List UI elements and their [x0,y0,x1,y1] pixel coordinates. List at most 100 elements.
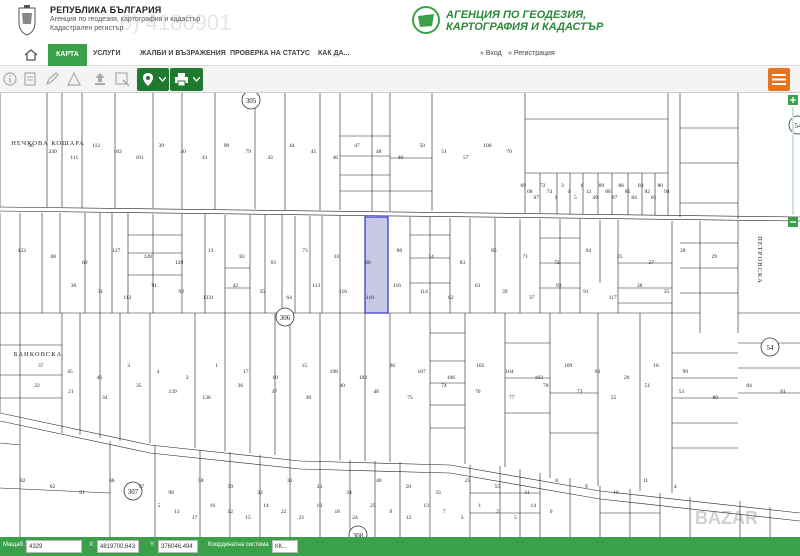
parcel-number: 102 [114,149,123,155]
parcel-number: 37 [272,389,278,395]
zoom-control[interactable] [786,93,800,233]
parcel-number: 22 [281,509,287,515]
zoom-slider-track[interactable] [792,107,794,215]
parcel-number: 12 [406,515,412,521]
parcel-number: 45 [311,149,317,155]
parcel-number: 21 [68,389,74,395]
parcel-number: 69 [82,260,88,266]
circle-marker-label: 307 [128,488,139,496]
parcel-number: 17 [243,369,249,375]
parcel-number: 32 [257,490,263,496]
parcel-number: 61 [475,283,481,289]
parcel-number: 49 [592,195,598,201]
parcel-number: 18 [334,509,340,515]
parcel-number: 39 [159,143,165,149]
parcel-number: 38 [637,283,643,289]
parcel-number: 107 [417,369,426,375]
parcel-number: 33 [317,484,323,490]
parcel-number: 82 [20,478,26,484]
parcel-number: 83 [638,183,644,189]
parcel-number: 98 [168,490,174,496]
parcel-number: 109 [564,363,573,369]
select-icon[interactable] [114,71,130,87]
parcel-number: 111 [70,155,78,161]
register-link[interactable]: » Регистрация [508,50,555,57]
menu-button[interactable] [768,68,790,91]
parcel-number: 12 [586,189,592,195]
parcel-number: 4 [674,484,677,490]
parcel-number: 86 [618,183,624,189]
parcel-number: 36 [28,143,34,149]
map-canvas[interactable]: 3053063073085454 НЕЧКОВА КОШАРАБАНКОВСКА… [0,93,800,537]
parcel-number: 38 [306,395,312,401]
parcel-number: 67 [534,195,540,201]
circle-marker-label: 54 [767,344,775,352]
parcel-number: 40 [180,149,186,155]
parcel-number: 47 [354,143,360,149]
parcel-number: 129 [175,260,184,266]
nav-tab-services[interactable]: УСЛУГИ [93,50,121,57]
parcel-number: 34 [346,490,352,496]
parcel-number: 1 [215,363,218,369]
measure-icon[interactable] [66,71,82,87]
parcel-number: 48 [373,389,379,395]
parcel-number: 73 [302,248,308,254]
parcel-number: 133 [18,248,27,254]
cadastral-map[interactable]: 305 306 307 308 54 54 НЕЧКОВА КОШАРА БАНКОВСКА… [0,93,800,537]
y-coordinate-field: 376046,494 [158,540,198,553]
parcel-number: 101 [135,155,144,161]
phone-watermark: 0) 4186901 [120,10,232,35]
parcel-number: 83 [460,260,466,266]
parcel-number: 24 [352,515,358,521]
parcel-number: 35 [136,383,142,389]
parcel-number: 78 [543,383,549,389]
scale-input[interactable]: 4329 [26,540,82,553]
draw-icon[interactable] [44,71,60,87]
parcel-number: 39 [502,289,508,295]
nav-tab-howto[interactable]: КАК ДА... [318,50,349,57]
location-button[interactable] [137,68,169,91]
parcel-number: 53 [679,389,685,395]
parcel-number: 81 [651,195,657,201]
parcel-number: 5 [514,515,517,521]
parcel-number: 25 [617,254,623,260]
print-button[interactable] [170,68,203,91]
parcel-number: 16 [210,503,216,509]
parcel-number: 108 [330,369,339,375]
parcel-number: 42 [232,283,238,289]
parcel-number: 7 [443,509,446,515]
parcel-number: 88 [605,189,611,195]
parcel-number: 80 [657,183,663,189]
parcel-number: 14 [428,254,434,260]
home-icon[interactable] [24,49,38,61]
nav-tab-complaints[interactable]: ЖАЛБИ И ВЪЗРАЖЕНИЯ [140,50,226,57]
parcel-number: 36 [238,383,244,389]
parcel-number: 72 [554,260,560,266]
parcel-number: 94 [586,248,592,254]
parcel-number: 1 [478,503,481,509]
coordinate-system-select[interactable]: КК... [272,540,298,553]
parcel-number: 51 [441,149,447,155]
parcel-number: 97 [139,484,145,490]
parcel-number: 85 [491,248,497,254]
document-icon[interactable] [22,71,38,87]
parcel-number: 33 [435,490,441,496]
parcel-number: 17 [192,515,198,521]
parcel-number: 92 [179,289,185,295]
nav-tab-map[interactable]: КАРТА [48,44,87,66]
parcel-number: 102 [359,375,368,381]
parcel-number: 3 [461,515,464,521]
parcel-number: 91 [152,283,158,289]
header: РЕПУБЛИКА БЪЛГАРИЯ Агенция по геодезия, … [0,0,800,44]
upload-icon[interactable] [92,71,108,87]
login-link[interactable]: » Вход [480,50,502,57]
parcel-number: 80 [712,395,718,401]
parcel-number: 20 [624,375,630,381]
info-icon[interactable] [2,71,18,87]
street-label: ПЕТРОВСКА [756,236,763,284]
parcel-number: 13 [424,503,430,509]
nav-tab-status-check[interactable]: ПРОВЕРКА НА СТАТУС [230,50,310,57]
parcel-number: 62 [50,484,56,490]
parcel-number: 103 [535,375,544,381]
parcel-number: 37 [38,363,44,369]
